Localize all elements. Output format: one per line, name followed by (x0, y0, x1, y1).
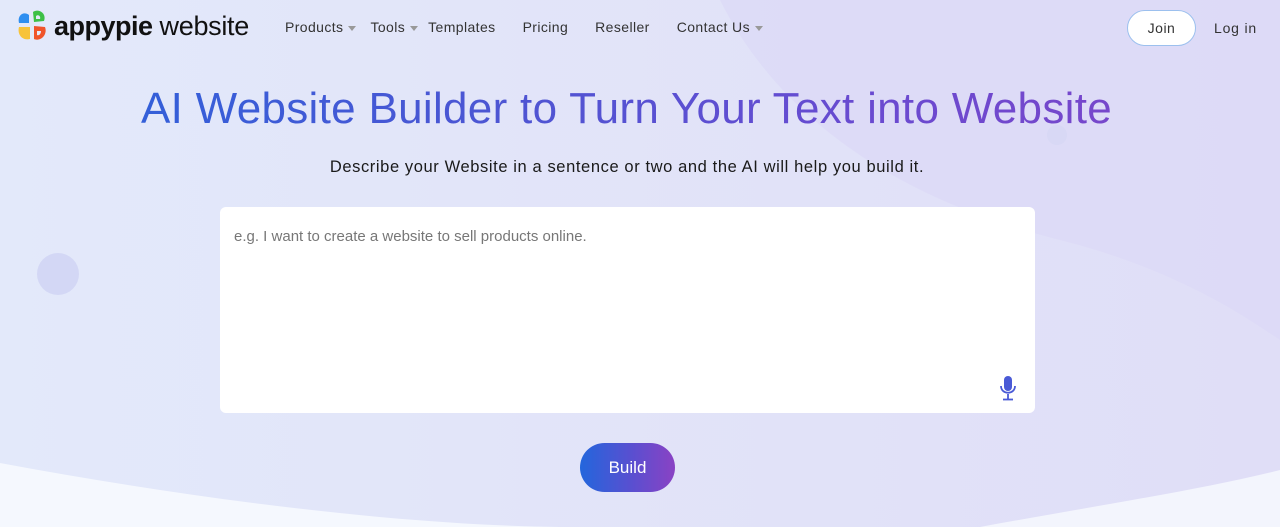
nav-reseller-label: Reseller (595, 19, 650, 35)
prompt-container (220, 207, 1035, 413)
logo-product: website (159, 10, 250, 41)
logo-brand: appypie (54, 10, 153, 41)
nav-products-label: Products (285, 19, 344, 35)
decorative-circle (37, 253, 79, 295)
nav-pricing-label: Pricing (522, 19, 569, 35)
page-title: AI Website Builder to Turn Your Text int… (0, 84, 1253, 134)
main-nav: Products Tools Templates Pricing Reselle… (285, 19, 763, 35)
chevron-down-icon (410, 25, 419, 31)
appypie-logo-icon (18, 10, 46, 40)
microphone-icon[interactable] (999, 375, 1017, 401)
nav-tools[interactable]: Tools (370, 19, 419, 35)
join-button[interactable]: Join (1127, 10, 1196, 46)
nav-contact-us[interactable]: Contact Us (677, 19, 763, 35)
nav-pricing[interactable]: Pricing (523, 19, 569, 35)
top-navigation: appypie website Products Tools Templates… (0, 0, 1280, 56)
nav-contact-us-label: Contact Us (676, 19, 750, 35)
login-link[interactable]: Log in (1214, 20, 1257, 36)
nav-templates-label: Templates (428, 19, 496, 35)
website-description-input[interactable] (220, 207, 1035, 413)
build-button[interactable]: Build (580, 443, 675, 492)
chevron-down-icon (754, 25, 763, 31)
nav-tools-label: Tools (370, 19, 406, 35)
page-subtitle: Describe your Website in a sentence or t… (329, 158, 925, 176)
chevron-down-icon (348, 25, 357, 31)
nav-products[interactable]: Products (285, 19, 357, 35)
logo[interactable]: appypie website (16, 9, 249, 43)
nav-reseller[interactable]: Reseller (595, 19, 650, 35)
nav-templates[interactable]: Templates (428, 19, 495, 35)
